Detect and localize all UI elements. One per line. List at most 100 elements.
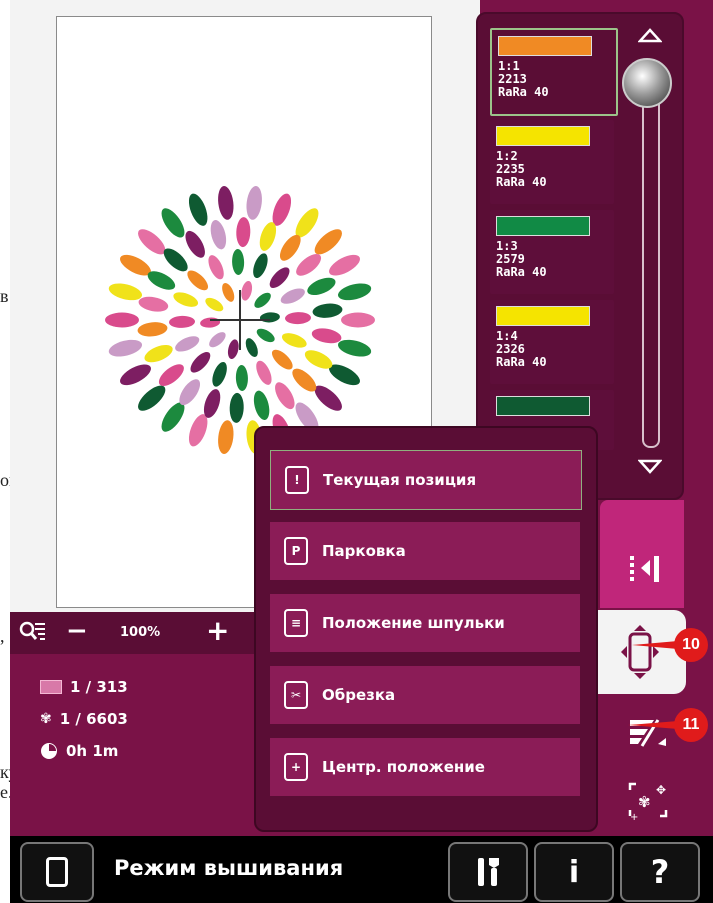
- menu-item-label: Положение шпульки: [322, 614, 505, 632]
- petal: [222, 282, 235, 302]
- doc-fragment: в: [0, 286, 9, 306]
- petal: [241, 280, 253, 301]
- petal: [341, 312, 375, 328]
- petal: [144, 344, 173, 363]
- petal: [271, 349, 293, 370]
- tools-icon: [478, 858, 499, 886]
- color-block-3[interactable]: 1:3 2579 RaRa 40: [490, 210, 614, 294]
- callout-10: 10: [674, 628, 708, 662]
- menu-item-label: Обрезка: [322, 686, 396, 704]
- step-stitch-icon: [630, 556, 659, 582]
- svg-text:✾: ✾: [638, 793, 651, 811]
- mode-icon: [46, 857, 68, 887]
- tab-cut-and-monochrome[interactable]: ✾ ✥ +: [600, 696, 684, 830]
- petal: [138, 385, 166, 411]
- color-block-1[interactable]: 1:1 2213 RaRa 40: [490, 28, 618, 116]
- petal: [232, 249, 245, 275]
- help-button[interactable]: ?: [620, 842, 700, 902]
- petal: [337, 283, 372, 301]
- doc-fragment: ,: [0, 626, 5, 646]
- petal: [137, 322, 168, 337]
- petal: [229, 392, 244, 423]
- menu-center-position[interactable]: + Центр. положение: [270, 738, 580, 796]
- menu-item-label: Парковка: [322, 542, 406, 560]
- color-swatch: [498, 36, 592, 56]
- scroll-down-icon[interactable]: [638, 458, 662, 474]
- petal: [296, 254, 322, 276]
- corner-check-icon[interactable]: ✾ ✥ +: [626, 780, 670, 820]
- petal: [275, 382, 295, 410]
- petal: [245, 338, 258, 358]
- petal: [138, 296, 169, 312]
- zoom-out-button[interactable]: −: [66, 616, 88, 646]
- zoom-in-button[interactable]: +: [206, 614, 229, 647]
- color-block-4[interactable]: 1:4 2326 RaRa 40: [490, 300, 614, 384]
- color-info: 1:1 2213 RaRa 40: [498, 59, 549, 99]
- menu-current-position[interactable]: ! Текущая позиция: [270, 450, 582, 510]
- stitch-block-icon: [40, 680, 62, 694]
- petal: [187, 270, 209, 291]
- petal: [190, 351, 211, 373]
- petal: [218, 185, 234, 220]
- time-remaining: 0h 1m: [66, 742, 119, 760]
- petal: [280, 288, 305, 304]
- color-count: 1 / 6603: [59, 710, 128, 728]
- stitch-positioning-menu: ! Текущая позиция P Парковка ≡ Положение…: [254, 426, 598, 832]
- current-position-icon: !: [285, 466, 309, 494]
- petal: [311, 328, 342, 344]
- petal: [105, 312, 139, 328]
- scrollbar-track[interactable]: [642, 84, 660, 448]
- petal: [314, 229, 342, 255]
- petal: [188, 193, 208, 226]
- menu-park[interactable]: P Парковка: [270, 522, 580, 580]
- petal: [256, 328, 275, 343]
- petal: [205, 297, 224, 312]
- petal: [312, 303, 343, 318]
- petal: [210, 220, 227, 250]
- petal: [108, 283, 143, 301]
- svg-text:+: +: [630, 812, 638, 820]
- scrollbar-thumb[interactable]: [622, 58, 672, 108]
- positioning-icon: [621, 625, 659, 679]
- petal: [158, 364, 184, 386]
- petal: [256, 360, 272, 385]
- color-swatch: [496, 306, 590, 326]
- petal: [120, 364, 151, 386]
- zoom-fit-icon[interactable]: [18, 620, 46, 646]
- stitch-count-row: 1 / 313: [40, 678, 128, 696]
- petal: [209, 332, 226, 348]
- menu-bobbin-position[interactable]: ≡ Положение шпульки: [270, 594, 580, 652]
- petal: [161, 208, 185, 238]
- petal: [254, 292, 271, 308]
- scroll-up-icon[interactable]: [638, 28, 662, 44]
- petal: [227, 339, 239, 360]
- color-block-2[interactable]: 1:2 2235 RaRa 40: [490, 120, 614, 204]
- embroidery-design[interactable]: [90, 170, 390, 470]
- menu-trim[interactable]: ✂ Обрезка: [270, 666, 580, 724]
- mode-toggle-button[interactable]: [20, 842, 94, 902]
- petal: [307, 277, 336, 296]
- petal: [175, 336, 200, 352]
- zoom-bar: − 100% +: [10, 612, 260, 654]
- petal: [235, 365, 248, 391]
- petal: [173, 292, 199, 307]
- color-count-row: ✾ 1 / 6603: [40, 710, 128, 728]
- bottom-bar: Режим вышивания i ?: [10, 836, 713, 903]
- stitch-count: 1 / 313: [70, 678, 128, 696]
- petal: [253, 253, 268, 279]
- petal: [208, 255, 224, 280]
- info-button[interactable]: i: [534, 842, 614, 902]
- menu-item-label: Текущая позиция: [323, 471, 477, 489]
- machine-screen: − 100% + 1 / 313 ✾ 1 / 6603 0h 1m 1:1 22…: [10, 0, 713, 903]
- petal: [269, 267, 290, 289]
- zoom-level: 100%: [120, 625, 161, 640]
- petal: [169, 315, 195, 328]
- tab-step-stitch[interactable]: [600, 500, 684, 608]
- settings-button[interactable]: [448, 842, 528, 902]
- tab-positioning[interactable]: [596, 610, 686, 694]
- petal: [253, 390, 270, 420]
- petal: [337, 339, 372, 357]
- color-swatch: [496, 126, 590, 146]
- svg-text:✥: ✥: [656, 783, 666, 797]
- petal: [218, 420, 234, 455]
